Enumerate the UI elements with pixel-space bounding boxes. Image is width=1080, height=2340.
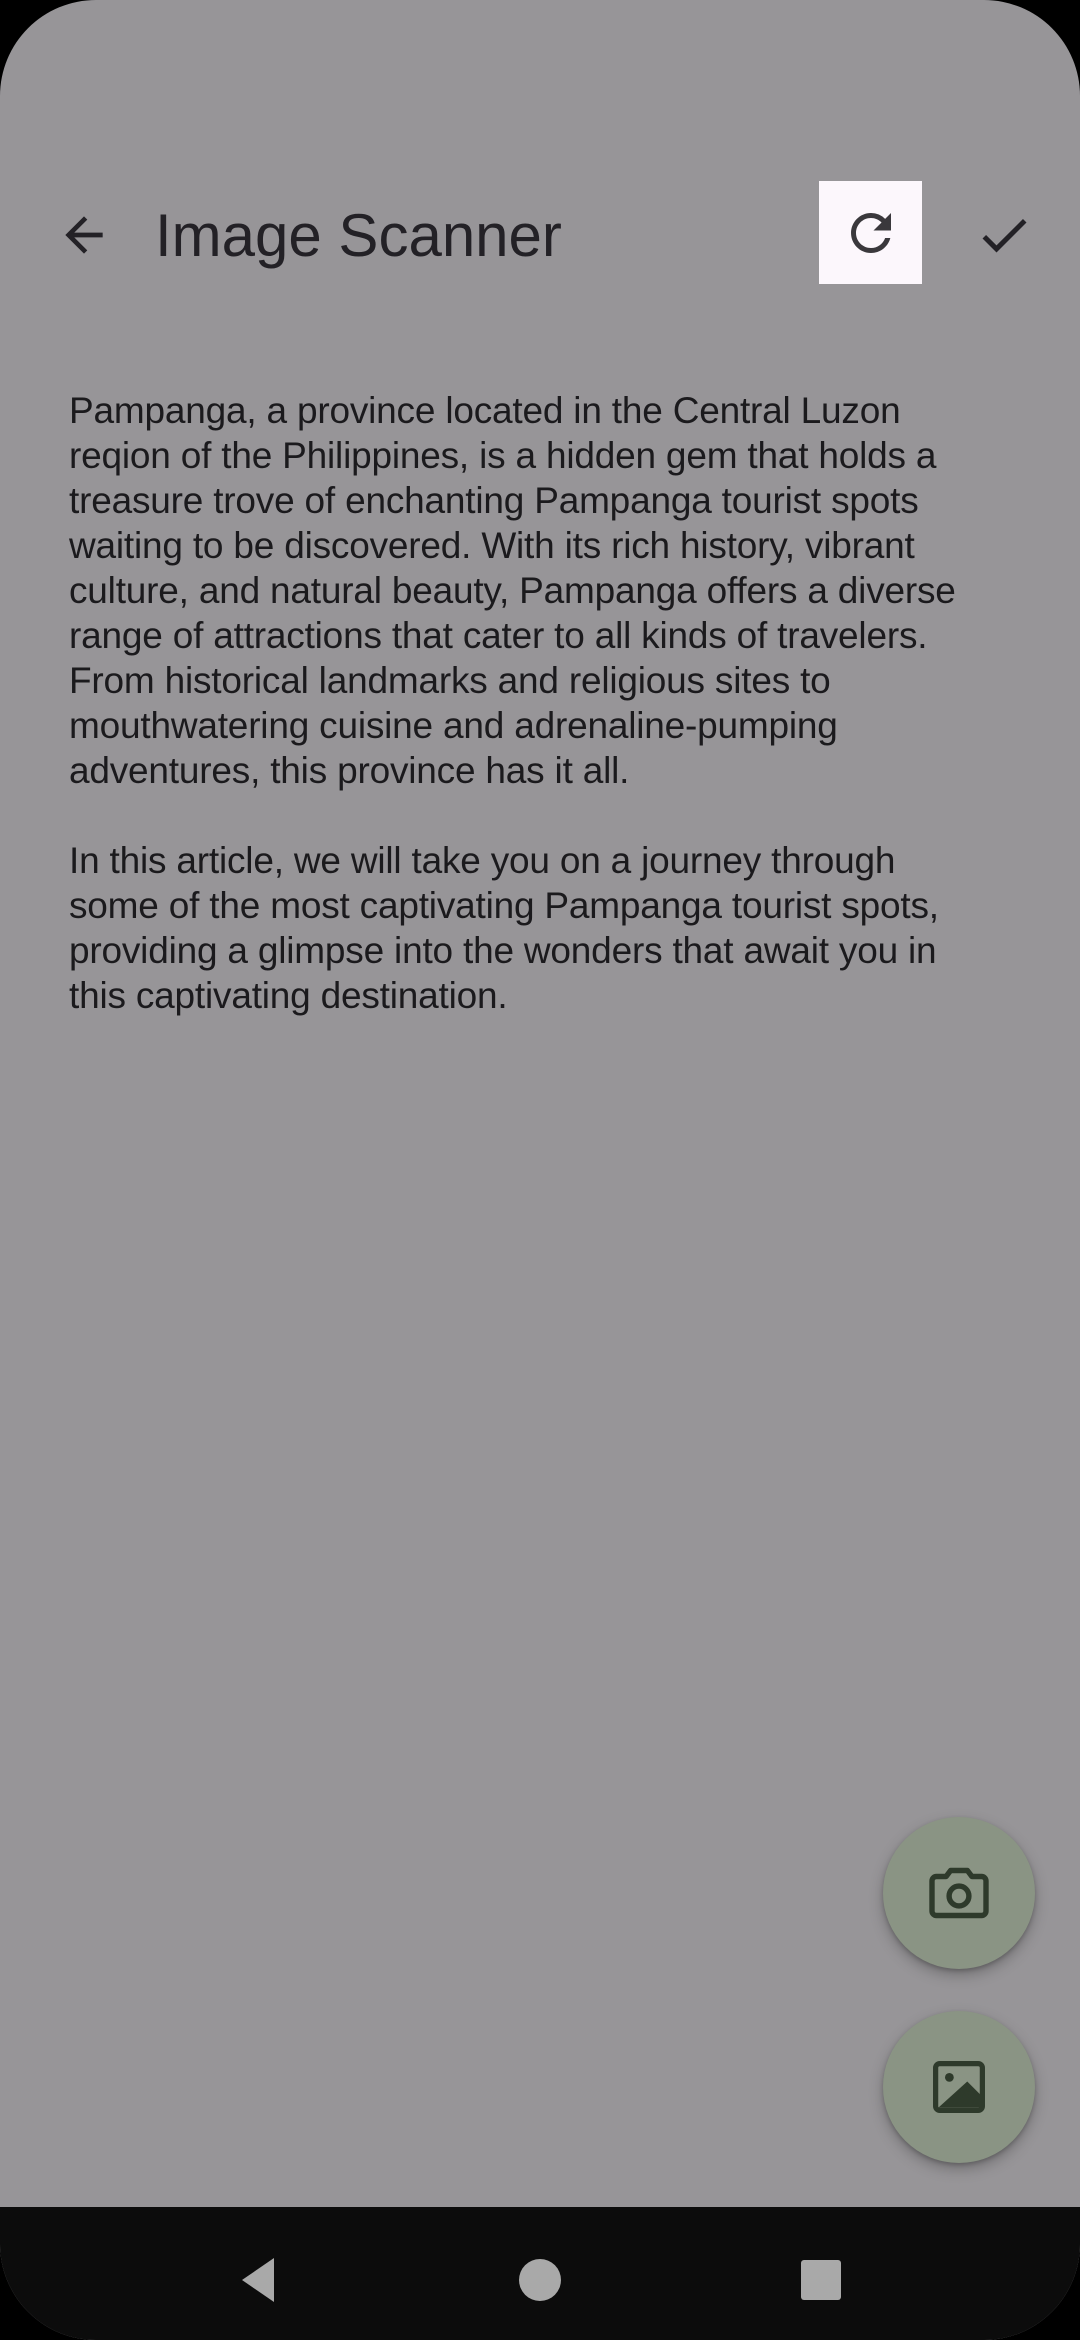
page-title: Image Scanner — [155, 202, 562, 269]
back-button[interactable] — [36, 187, 132, 283]
top-app-bar: Image Scanner — [0, 170, 1080, 300]
paragraph: In this article, we will take you on a j… — [69, 840, 939, 1016]
refresh-icon — [850, 212, 891, 253]
nav-back-button[interactable] — [203, 2225, 313, 2335]
nav-home-icon — [519, 2259, 561, 2301]
scanned-text: Pampanga, a province located in the Cent… — [69, 388, 1029, 1063]
nav-recents-icon — [801, 2260, 841, 2300]
confirm-button[interactable] — [956, 187, 1052, 283]
image-icon — [933, 2061, 985, 2113]
system-navigation-bar — [0, 2207, 1080, 2340]
status-bar — [0, 0, 1080, 140]
nav-recents-button[interactable] — [766, 2225, 876, 2335]
check-icon — [982, 218, 1027, 253]
app-screen: Image Scanner Pampanga, a province locat… — [0, 0, 1080, 2340]
arrow-back-icon — [65, 216, 103, 254]
nav-back-icon — [242, 2258, 274, 2302]
refresh-button[interactable] — [819, 181, 922, 284]
gallery-button[interactable] — [883, 2011, 1035, 2163]
camera-icon — [929, 1867, 989, 1919]
nav-home-button[interactable] — [485, 2225, 595, 2335]
camera-button[interactable] — [883, 1817, 1035, 1969]
paragraph: Pampanga, a province located in the Cent… — [69, 390, 956, 791]
